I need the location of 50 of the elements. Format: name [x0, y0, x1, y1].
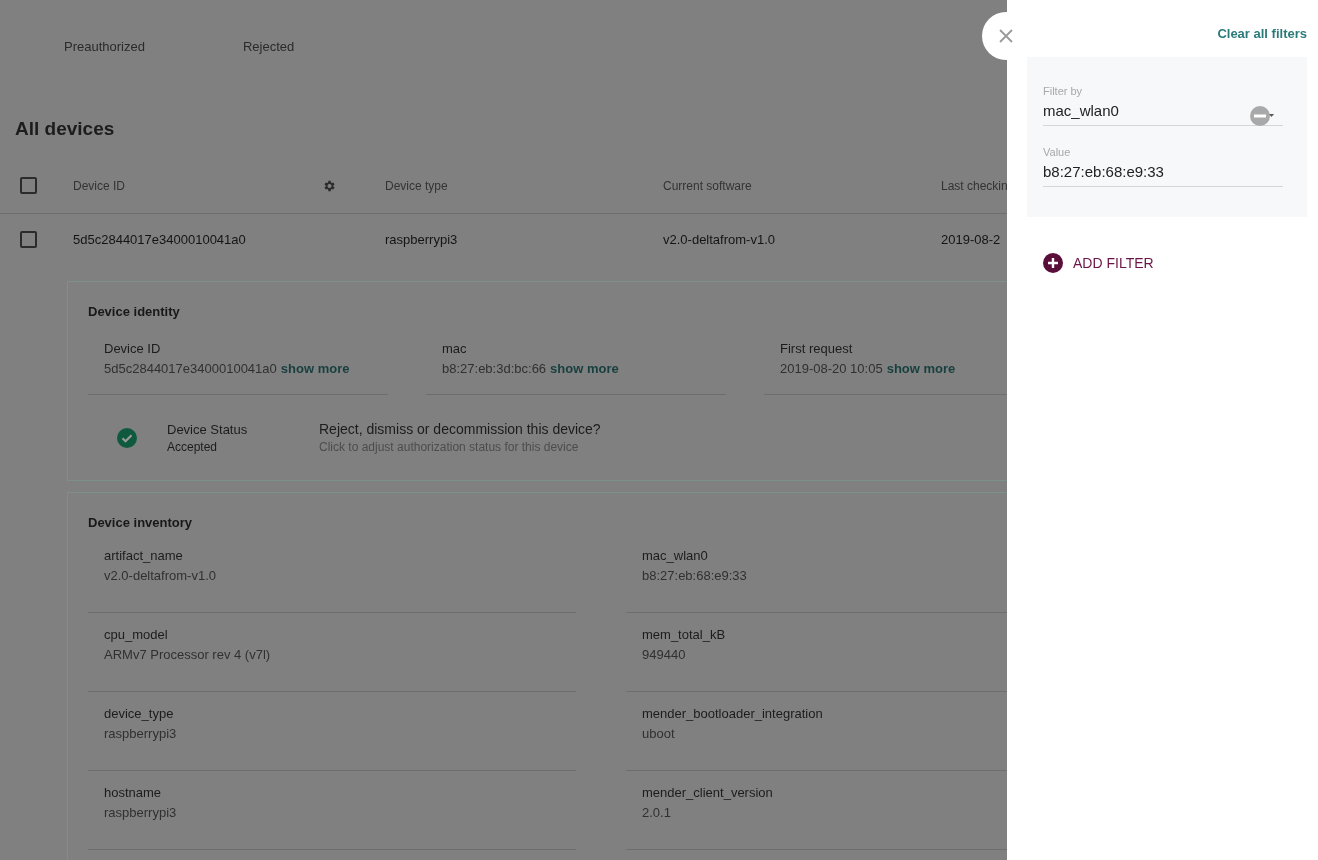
field-value: 5d5c2844017e3400010041a0	[104, 361, 277, 376]
checkbox[interactable]	[20, 177, 37, 194]
field-value: 2019-08-20 10:05	[780, 361, 883, 376]
field-label: artifact_name	[104, 548, 184, 563]
table-cell-text: 2019-08-2	[941, 231, 1002, 247]
field-label: hostname	[104, 785, 163, 800]
clear-filters-link[interactable]: Clear all filters	[1217, 26, 1307, 41]
field-value: ARMv7 Processor rev 4 (v7l)	[104, 647, 271, 662]
field-label: mac	[442, 341, 468, 356]
field-value: b8:27:eb:68:e9:33	[642, 568, 747, 583]
show-more-link[interactable]: show more	[550, 361, 619, 376]
status-label: Device Status	[167, 421, 249, 437]
plus-circle-icon	[1043, 253, 1063, 273]
field-label: Device ID	[104, 341, 162, 356]
filter-by-select[interactable]: Filter by mac_wlan0	[1043, 85, 1283, 126]
column-header: Last checkin	[941, 178, 1007, 193]
close-icon	[998, 28, 1014, 44]
tab[interactable]: Preauthorized	[40, 38, 169, 64]
field-label: device_type	[104, 706, 175, 721]
field-value: b8:27:eb:3d:bc:66	[442, 361, 547, 376]
field-label: First request	[780, 341, 854, 356]
settings-icon[interactable]	[322, 178, 336, 193]
field-label: mender_bootloader_integration	[642, 706, 824, 721]
column-header: Device ID	[73, 178, 126, 193]
show-more-link[interactable]: show more	[280, 361, 350, 376]
card-title: Device identity	[88, 304, 181, 319]
field-value: raspberrypi3	[104, 726, 177, 741]
table-cell-text: 5d5c2844017e3400010041a0	[73, 231, 247, 247]
tab[interactable]: Rejected	[218, 38, 319, 64]
add-filter-button[interactable]: ADD FILTER	[1043, 253, 1154, 273]
field-value: v2.0-deltafrom-v1.0	[104, 568, 216, 583]
field-label: mac_wlan0	[642, 548, 709, 563]
action-title[interactable]: Reject, dismiss or decommission this device?	[319, 421, 601, 437]
value-field[interactable]: Value b8:27:eb:68:e9:33	[1043, 146, 1283, 187]
field-value: 2.0.1	[642, 805, 671, 820]
field-label: cpu_model	[104, 627, 169, 642]
field-value: raspberrypi3	[104, 805, 177, 820]
show-more-link[interactable]: show more	[886, 361, 956, 376]
field-value: uboot	[642, 726, 675, 741]
column-header: Current software	[663, 178, 753, 193]
table-cell-text: v2.0-deltafrom-v1.0	[663, 231, 776, 247]
checkbox[interactable]	[20, 230, 37, 248]
field-label: mem_total_kB	[642, 627, 727, 642]
card-title: Device inventory	[88, 515, 194, 530]
column-header: Device type	[385, 178, 449, 193]
field-value: 949440	[642, 647, 686, 662]
status-value: Accepted	[167, 439, 219, 454]
table-cell-text: raspberrypi3	[385, 231, 459, 247]
page-title: All devices	[15, 117, 116, 141]
field-label: mender_client_version	[642, 785, 774, 800]
